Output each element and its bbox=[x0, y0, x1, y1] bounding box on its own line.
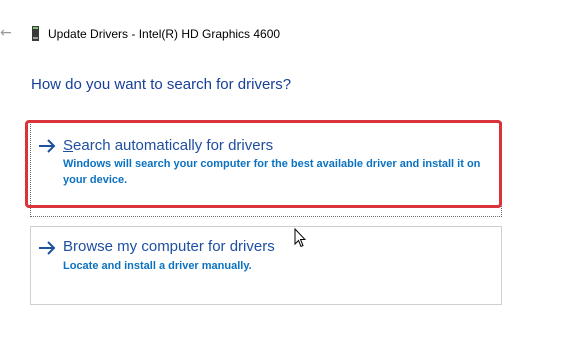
mouse-cursor-icon bbox=[294, 228, 306, 248]
title-text: earch automatically for drivers bbox=[73, 137, 274, 154]
update-drivers-window: ← Update Drivers - Intel(R) HD Graphics … bbox=[0, 0, 579, 337]
title-bar: ← Update Drivers - Intel(R) HD Graphics … bbox=[0, 22, 579, 48]
device-icon bbox=[32, 26, 39, 41]
search-automatically-description: Windows will search your computer for th… bbox=[63, 158, 481, 186]
page-heading: How do you want to search for drivers? bbox=[31, 76, 292, 93]
back-arrow-icon[interactable]: ← bbox=[0, 24, 14, 42]
browse-computer-description: Locate and install a driver manually. bbox=[63, 260, 252, 272]
search-automatically-title: Search automatically for drivers bbox=[63, 137, 273, 155]
window-title: Update Drivers - Intel(R) HD Graphics 46… bbox=[48, 27, 281, 41]
search-automatically-option[interactable]: Search automatically for drivers Windows… bbox=[30, 122, 502, 217]
arrow-right-icon bbox=[39, 241, 56, 255]
underlined-access-key: S bbox=[63, 137, 74, 154]
browse-computer-title: Browse my computer for drivers bbox=[63, 238, 275, 255]
arrow-right-icon bbox=[39, 139, 56, 153]
browse-computer-option[interactable]: Browse my computer for drivers Locate an… bbox=[30, 226, 502, 305]
